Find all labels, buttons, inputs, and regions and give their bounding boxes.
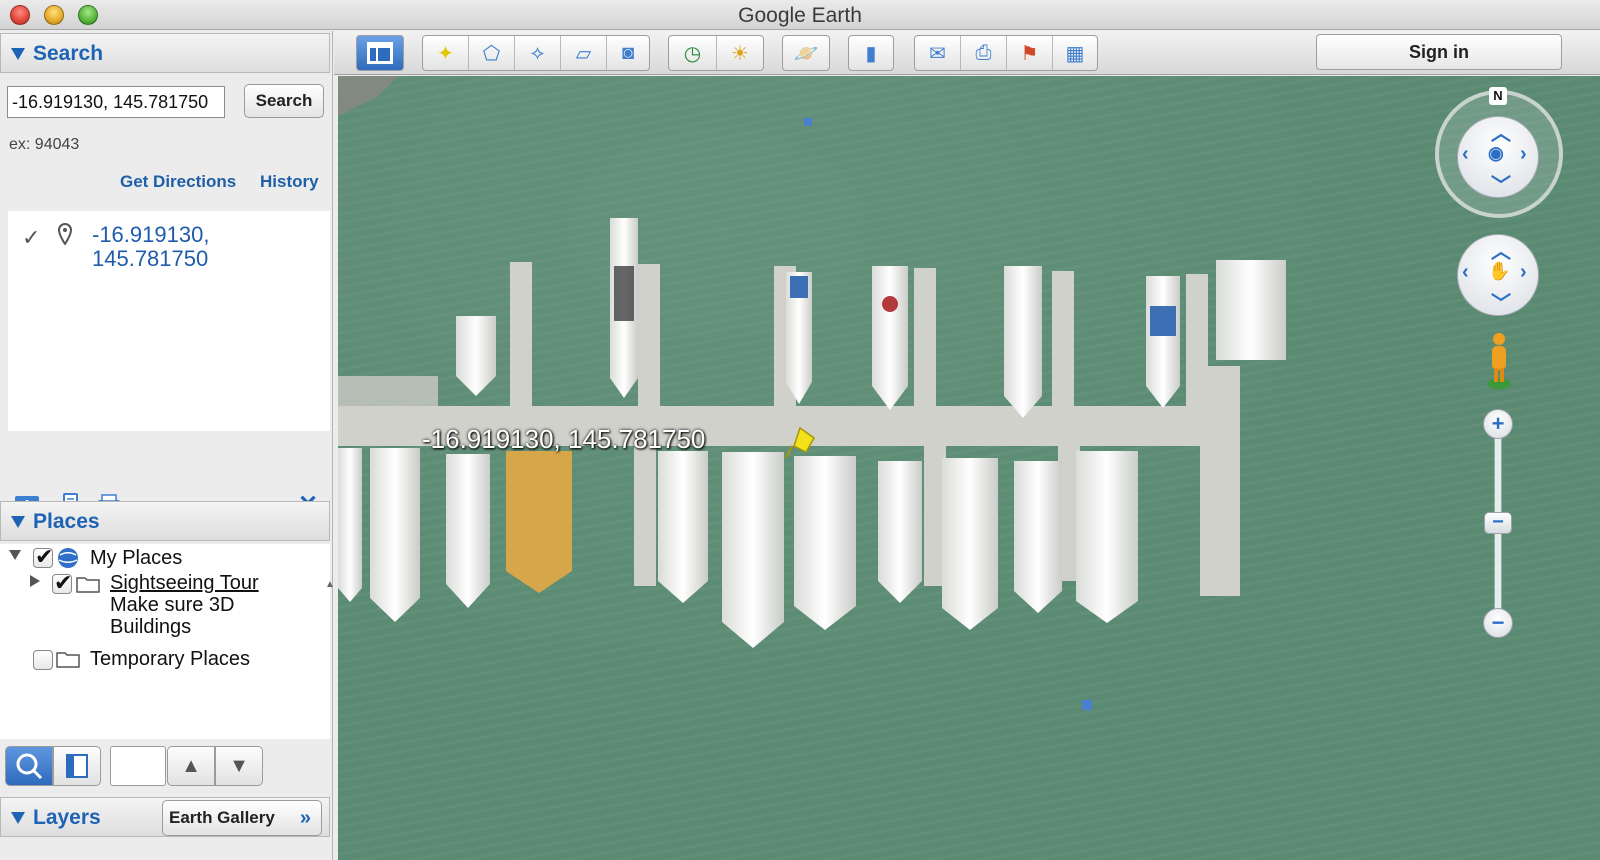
placemark-tools-group: ✦ ⬠ ⟡ ▱ ◙ bbox=[422, 35, 650, 71]
street-view-pegman-icon[interactable] bbox=[1486, 332, 1512, 390]
add-placemark-button[interactable]: ✦ bbox=[423, 36, 469, 70]
search-input[interactable]: -16.919130, 145.781750 bbox=[7, 86, 225, 118]
email-icon: ✉ bbox=[929, 42, 946, 65]
move-joystick[interactable]: ︿ ﹀ ‹ › ✋ bbox=[1457, 234, 1539, 316]
folder-icon bbox=[76, 577, 100, 593]
view-in-maps-icon: ⚑ bbox=[1020, 42, 1039, 65]
sunlight-icon: ☀ bbox=[731, 42, 749, 65]
scroll-up-arrow-icon[interactable]: ▲ bbox=[325, 579, 335, 590]
search-hint: ex: 94043 bbox=[9, 136, 80, 153]
sightseeing-tour-checkbox[interactable] bbox=[52, 570, 72, 596]
planets-icon: 🪐 bbox=[793, 42, 819, 65]
show-panel-button[interactable] bbox=[53, 746, 101, 786]
pan-left-arrow-icon[interactable]: ‹ bbox=[1462, 261, 1469, 284]
places-panel-header[interactable]: Places bbox=[0, 501, 330, 541]
eye-icon: ◉ bbox=[1488, 143, 1504, 163]
main-toolbar: ✦ ⬠ ⟡ ▱ ◙ ◷ ☀ 🪐 ▮ ✉ ⎙ ⚑ ▦ Sign in bbox=[334, 31, 1600, 75]
historical-imagery-button[interactable]: ◷ bbox=[669, 36, 717, 70]
pan-down-arrow-icon[interactable]: ﹀ bbox=[1491, 287, 1511, 316]
temporary-places-checkbox[interactable] bbox=[33, 650, 53, 670]
print-button[interactable]: ⎙ bbox=[961, 36, 1007, 70]
save-image-button[interactable]: ▦ bbox=[1053, 36, 1097, 70]
sign-in-button[interactable]: Sign in bbox=[1316, 34, 1562, 70]
add-image-overlay-icon: ▱ bbox=[575, 42, 592, 65]
hand-icon: ✋ bbox=[1488, 261, 1511, 281]
earth-gallery-label: Earth Gallery bbox=[169, 808, 275, 827]
double-chevron-icon: » bbox=[299, 807, 311, 829]
zoom-slider-thumb[interactable]: − bbox=[1484, 512, 1512, 534]
panel-icon bbox=[66, 754, 88, 778]
search-results-list: ✓ -16.919130, 145.781750 bbox=[8, 211, 330, 608]
move-down-button[interactable]: ▼ bbox=[215, 746, 263, 786]
look-down-arrow-icon[interactable]: ﹀ bbox=[1491, 169, 1511, 198]
add-path-button[interactable]: ⟡ bbox=[515, 36, 561, 70]
map-view[interactable]: -16.919130, 145.781750 bbox=[338, 76, 1600, 860]
sightseeing-tour-link[interactable]: Sightseeing Tour bbox=[110, 572, 259, 595]
ruler-button[interactable]: ▮ bbox=[848, 35, 894, 71]
record-tour-button[interactable]: ◙ bbox=[607, 36, 649, 70]
look-right-arrow-icon[interactable]: › bbox=[1520, 143, 1527, 166]
search-heading: Search bbox=[33, 42, 104, 65]
places-filter-field[interactable] bbox=[110, 746, 166, 786]
places-bottom-toolbar: ▲ ▼ bbox=[0, 742, 333, 792]
folder-icon bbox=[56, 652, 80, 668]
expand-triangle-icon[interactable] bbox=[9, 550, 21, 560]
add-image-overlay-button[interactable]: ▱ bbox=[561, 36, 607, 70]
sidebar: Search -16.919130, 145.781750 Search ex:… bbox=[0, 31, 335, 860]
earth-gallery-button[interactable]: Earth Gallery » bbox=[162, 800, 322, 836]
history-link[interactable]: History bbox=[260, 172, 319, 192]
north-indicator[interactable]: N bbox=[1489, 87, 1507, 105]
look-left-arrow-icon[interactable]: ‹ bbox=[1462, 143, 1469, 166]
placemark-label[interactable]: -16.919130, 145.781750 bbox=[422, 424, 705, 455]
disclosure-triangle-icon bbox=[11, 812, 25, 824]
sidebar-toggle-icon bbox=[367, 42, 393, 64]
title-bar: Google Earth bbox=[0, 0, 1600, 30]
pan-up-arrow-icon[interactable]: ︿ bbox=[1491, 235, 1511, 264]
earth-icon bbox=[58, 548, 78, 568]
collapsed-triangle-icon[interactable] bbox=[30, 575, 40, 587]
ruler-icon: ▮ bbox=[865, 42, 877, 65]
view-in-maps-button[interactable]: ⚑ bbox=[1007, 36, 1053, 70]
look-up-arrow-icon[interactable]: ︿ bbox=[1491, 117, 1511, 146]
add-path-icon: ⟡ bbox=[530, 41, 545, 64]
historical-imagery-icon: ◷ bbox=[683, 42, 702, 65]
pan-right-arrow-icon[interactable]: › bbox=[1520, 261, 1527, 284]
places-heading: Places bbox=[33, 510, 100, 533]
search-panel-header[interactable]: Search bbox=[0, 33, 330, 73]
window-title: Google Earth bbox=[738, 4, 862, 27]
add-polygon-button[interactable]: ⬠ bbox=[469, 36, 515, 70]
zoom-out-button[interactable]: − bbox=[1483, 608, 1513, 638]
add-polygon-icon: ⬠ bbox=[482, 42, 501, 65]
temporary-places-label[interactable]: Temporary Places bbox=[90, 648, 250, 671]
search-places-button[interactable] bbox=[5, 746, 53, 786]
sightseeing-tour-note: Make sure 3D Buildings bbox=[110, 594, 235, 638]
my-places-checkbox[interactable] bbox=[33, 544, 53, 570]
share-tools-group: ✉ ⎙ ⚑ ▦ bbox=[914, 35, 1098, 71]
email-button[interactable]: ✉ bbox=[915, 36, 961, 70]
places-tree: My Places Sightseeing Tour Make sure 3D … bbox=[0, 544, 330, 739]
layers-heading: Layers bbox=[33, 806, 101, 829]
marina-imagery bbox=[338, 76, 1286, 710]
location-pin-icon bbox=[58, 223, 72, 245]
search-result-item[interactable]: -16.919130, 145.781750 bbox=[92, 223, 292, 271]
add-placemark-icon: ✦ bbox=[437, 42, 454, 65]
checkmark-icon: ✓ bbox=[22, 225, 41, 250]
save-image-icon: ▦ bbox=[1065, 42, 1085, 65]
record-tour-icon: ◙ bbox=[621, 41, 635, 64]
sidebar-toggle-button[interactable] bbox=[356, 35, 404, 71]
planets-button[interactable]: 🪐 bbox=[782, 35, 830, 71]
disclosure-triangle-icon bbox=[11, 48, 25, 60]
sunlight-button[interactable]: ☀ bbox=[717, 36, 763, 70]
search-button[interactable]: Search bbox=[244, 84, 324, 118]
get-directions-link[interactable]: Get Directions bbox=[120, 172, 236, 192]
magnifier-icon bbox=[16, 753, 43, 780]
my-places-label[interactable]: My Places bbox=[90, 547, 182, 570]
move-up-button[interactable]: ▲ bbox=[167, 746, 215, 786]
imagery-tools-group: ◷ ☀ bbox=[668, 35, 764, 71]
look-joystick[interactable]: ︿ ﹀ ‹ › ◉ bbox=[1457, 116, 1539, 198]
disclosure-triangle-icon bbox=[11, 516, 25, 528]
zoom-in-button[interactable]: + bbox=[1483, 409, 1513, 439]
print-icon: ⎙ bbox=[975, 41, 992, 64]
